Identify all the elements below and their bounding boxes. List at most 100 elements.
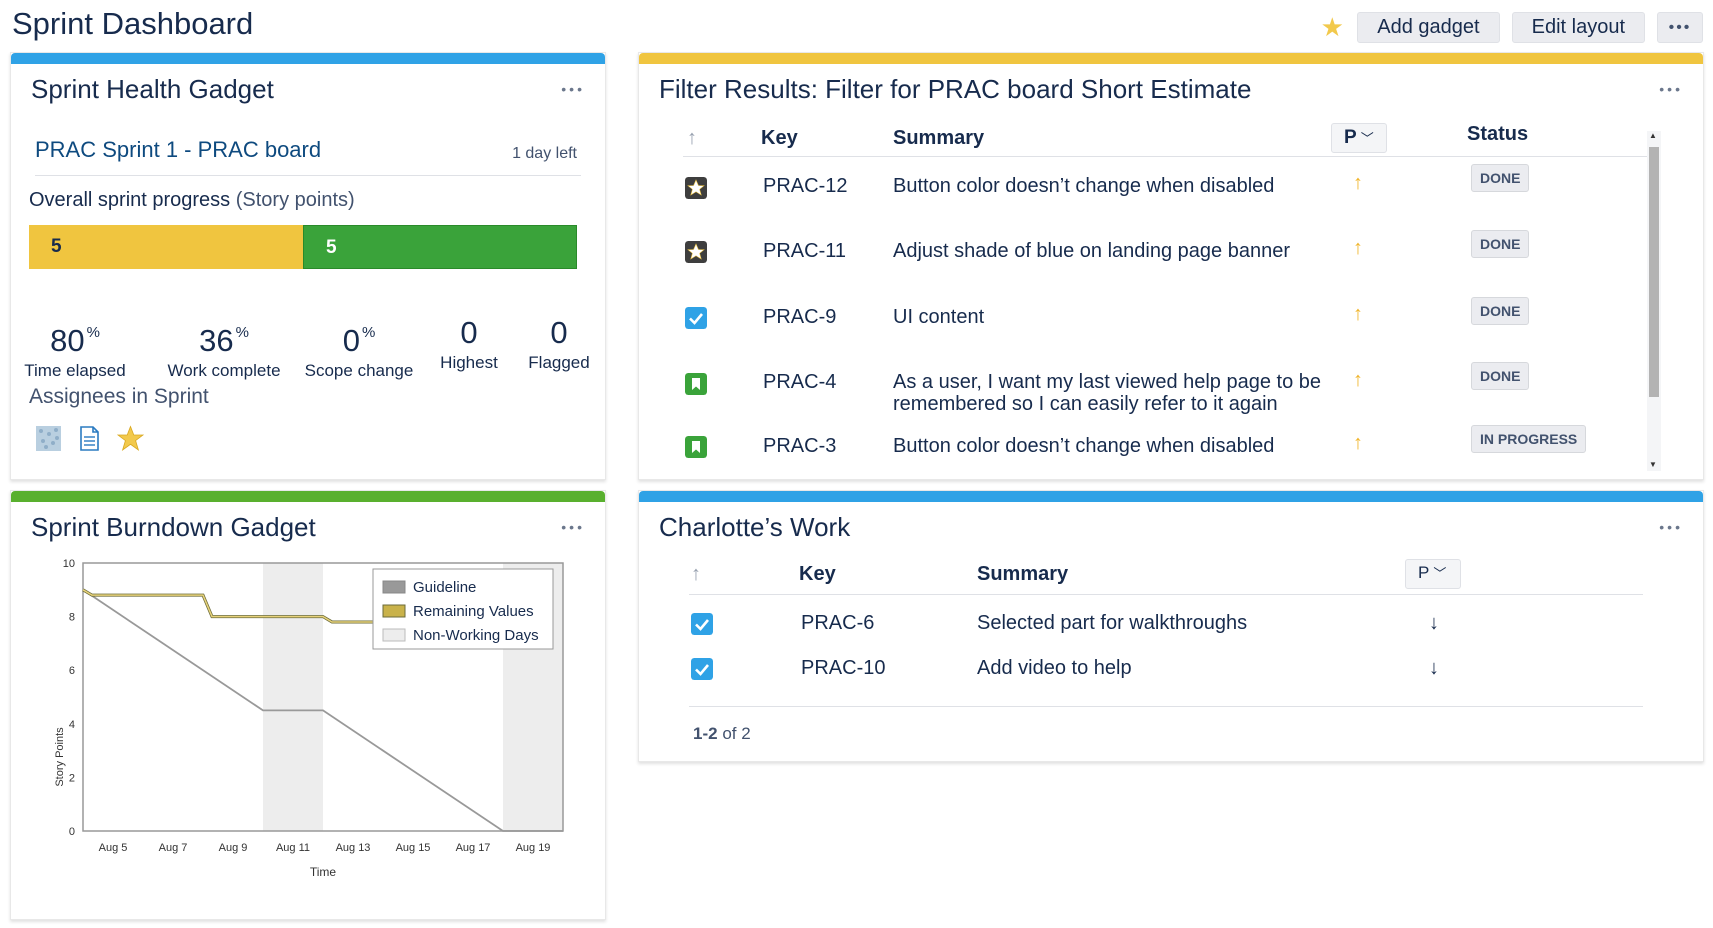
progress-segment-done[interactable]: 5 (303, 225, 577, 269)
gadget-menu-button[interactable]: ••• (1659, 81, 1683, 97)
sprint-progress-bar: 5 5 (29, 225, 577, 269)
issue-key-link[interactable]: PRAC-3 (763, 435, 836, 457)
x-tick-label: Aug 7 (159, 842, 188, 854)
sort-arrow-icon[interactable]: ↑ (691, 563, 701, 586)
issue-key-link[interactable]: PRAC-9 (763, 306, 836, 328)
up-arrow-icon: ↑ (1353, 303, 1363, 325)
gadget-title: Sprint Burndown Gadget (31, 512, 316, 542)
stat-work-complete: 36% Work complete (159, 315, 289, 381)
gadget-title: Filter Results: Filter for PRAC board Sh… (659, 74, 1252, 104)
issue-summary-link[interactable]: Button color doesn’t change when disable… (893, 175, 1274, 197)
scroll-up-icon[interactable]: ▲ (1649, 131, 1657, 140)
gadget-menu-button[interactable]: ••• (561, 519, 585, 535)
y-tick-label: 8 (69, 612, 75, 624)
stat-label: Highest (440, 353, 498, 372)
progress-segment-in-progress[interactable]: 5 (29, 225, 303, 269)
gadget-title: Sprint Health Gadget (31, 74, 274, 104)
star-icon[interactable]: ★ (1319, 12, 1345, 43)
x-tick-label: Aug 11 (276, 842, 310, 854)
progress-label-unit: (Story points) (235, 189, 355, 211)
column-header-status[interactable]: Status (1467, 123, 1528, 146)
gadget-menu-button[interactable]: ••• (561, 81, 585, 97)
stat-label: Flagged (528, 353, 590, 372)
issue-key-link[interactable]: PRAC-10 (801, 657, 885, 679)
pattern-avatar[interactable] (35, 425, 62, 452)
add-gadget-button[interactable]: Add gadget (1357, 12, 1500, 43)
more-options-button[interactable]: ••• (1657, 12, 1703, 43)
stat-unit: % (86, 324, 100, 341)
header-divider (689, 594, 1643, 595)
sort-arrow-icon[interactable]: ↑ (687, 127, 697, 150)
issue-summary-link[interactable]: Add video to help (977, 657, 1132, 679)
gadget-menu-button[interactable]: ••• (1659, 519, 1683, 535)
dashboard-toolbar: ★ Add gadget Edit layout ••• (1319, 12, 1703, 43)
x-tick-label: Aug 9 (219, 842, 248, 854)
stat-value: 0 (460, 315, 478, 350)
gadget-title: Charlotte’s Work (659, 512, 851, 542)
table-scrollbar[interactable]: ▲ ▼ (1647, 131, 1661, 471)
column-header-key[interactable]: Key (799, 563, 836, 586)
down-arrow-icon: ↓ (1429, 612, 1439, 634)
task-icon (685, 307, 707, 329)
column-header-summary[interactable]: Summary (893, 127, 984, 150)
stat-scope-change: 0% Scope change (299, 315, 419, 381)
progress-label-text: Overall sprint progress (29, 189, 231, 211)
stat-unit: % (361, 324, 376, 341)
x-tick-label: Aug 19 (516, 842, 551, 854)
story-icon (685, 436, 707, 458)
up-arrow-icon: ↑ (1353, 369, 1363, 391)
sprint-link[interactable]: PRAC Sprint 1 - PRAC board (35, 137, 321, 163)
assignees-title: Assignees in Sprint (29, 385, 209, 408)
stat-value: 0 (550, 315, 568, 350)
issue-summary-link[interactable]: UI content (893, 306, 984, 328)
up-arrow-icon: ↑ (1353, 172, 1363, 194)
x-tick-label: Aug 15 (396, 842, 431, 854)
status-lozenge: DONE (1471, 230, 1530, 258)
stat-label: Time elapsed (24, 361, 126, 380)
issue-key-link[interactable]: PRAC-12 (763, 175, 847, 197)
legend-label: Guideline (413, 579, 476, 596)
footer-divider (689, 706, 1643, 707)
legend-label: Remaining Values (413, 603, 534, 620)
y-tick-label: 4 (69, 719, 75, 731)
stat-unit: % (235, 324, 249, 341)
stat-label: Work complete (167, 361, 281, 380)
column-header-summary[interactable]: Summary (977, 563, 1068, 586)
header-divider (683, 156, 1655, 157)
stat-highest: 0 Highest (433, 315, 505, 373)
task-icon (691, 658, 713, 680)
non-working-days-band (263, 563, 323, 831)
priority-column-dropdown[interactable]: P ﹀ (1331, 123, 1387, 153)
issue-summary-link[interactable]: Adjust shade of blue on landing page ban… (893, 240, 1290, 262)
issue-key-link[interactable]: PRAC-6 (801, 612, 874, 634)
issue-summary-link[interactable]: Selected part for walkthroughs (977, 612, 1247, 634)
y-tick-label: 6 (69, 665, 75, 677)
stat-value: 36 (199, 323, 234, 358)
edit-layout-button[interactable]: Edit layout (1511, 12, 1645, 43)
scroll-down-icon[interactable]: ▼ (1649, 460, 1657, 469)
star-avatar[interactable] (117, 425, 144, 452)
y-tick-label: 2 (69, 772, 75, 784)
sprint-burndown-gadget: Sprint Burndown Gadget ••• 0 2 4 6 8 10 Aug 5 A… (10, 490, 606, 920)
scrollbar-thumb[interactable] (1649, 147, 1659, 397)
column-header-key[interactable]: Key (761, 127, 798, 150)
up-arrow-icon: ↑ (1353, 432, 1363, 454)
legend-swatch (382, 604, 406, 618)
days-left-label: 1 day left (512, 145, 577, 162)
issue-key-link[interactable]: PRAC-11 (763, 240, 846, 262)
stat-value: 0 (342, 323, 360, 358)
charlottes-work-gadget: Charlotte’s Work ••• ↑ Key Summary P ﹀ PR… (638, 490, 1704, 762)
issue-summary-link[interactable]: As a user, I want my last viewed help pa… (893, 371, 1321, 393)
pagination-total: of 2 (722, 724, 751, 743)
issue-summary-link-continued[interactable]: remembered so I can easily refer to it a… (893, 393, 1278, 415)
issue-key-link[interactable]: PRAC-4 (763, 371, 836, 393)
priority-column-dropdown[interactable]: P ﹀ (1405, 559, 1461, 589)
stat-flagged: 0 Flagged (523, 315, 595, 373)
gadget-color-strip (11, 491, 605, 502)
document-avatar[interactable] (76, 425, 103, 452)
priority-column-label: P (1418, 563, 1430, 582)
pagination-range: 1-2 (693, 724, 718, 743)
epic-icon (685, 241, 707, 263)
divider (35, 175, 581, 176)
issue-summary-link[interactable]: Button color doesn’t change when disable… (893, 435, 1274, 457)
